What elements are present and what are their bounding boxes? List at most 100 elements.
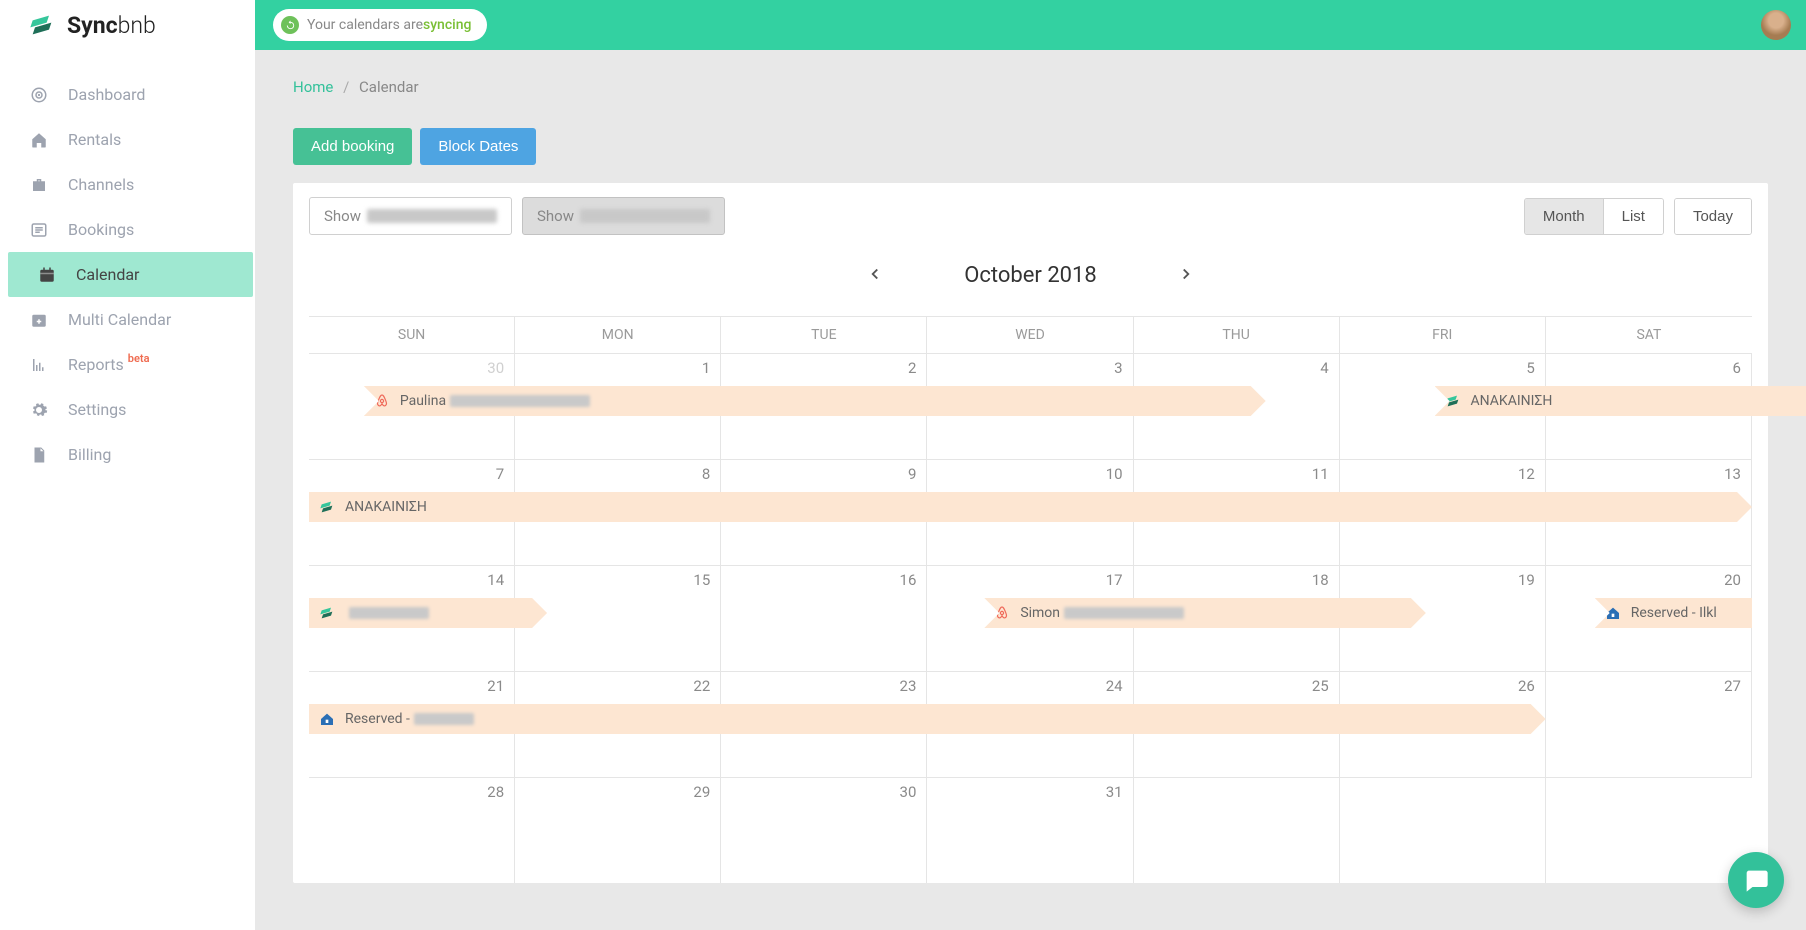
sidebar-item-label: Multi Calendar: [68, 310, 171, 329]
day-number: 28: [309, 778, 514, 806]
event-label: ΑΝΑΚΑΙΝΙΣΗ: [1471, 393, 1553, 409]
day-number: 23: [721, 672, 926, 700]
booking-event[interactable]: Reserved -: [309, 704, 1546, 734]
week-row: 30123456PaulinaΑΝΑΚΑΙΝΙΣΗ: [309, 353, 1752, 459]
day-cell[interactable]: 27: [1546, 672, 1752, 777]
beta-badge: beta: [128, 352, 150, 365]
redacted-text: [450, 395, 590, 407]
booking-event[interactable]: Paulina: [364, 386, 1266, 416]
sidebar-item-label: Reports: [68, 355, 124, 374]
day-number: 30: [721, 778, 926, 806]
day-number: 2: [721, 354, 926, 382]
day-number: 16: [721, 566, 926, 594]
avatar[interactable]: [1761, 10, 1791, 40]
breadcrumb: Home / Calendar: [293, 78, 1768, 96]
day-cell[interactable]: 30: [721, 778, 927, 883]
dow-cell: MON: [515, 317, 721, 353]
view-month-button[interactable]: Month: [1525, 199, 1603, 234]
booking-event[interactable]: ΑΝΑΚΑΙΝΙΣΗ: [1435, 386, 1806, 416]
sidebar-item-calendar[interactable]: Calendar: [8, 252, 253, 297]
logo-icon: [25, 8, 59, 42]
booking-event[interactable]: Simon: [984, 598, 1426, 628]
dow-cell: FRI: [1340, 317, 1546, 353]
dow-cell: THU: [1134, 317, 1340, 353]
sidebar-item-dashboard[interactable]: Dashboard: [0, 72, 255, 117]
sidebar-item-label: Dashboard: [68, 85, 145, 104]
sync-status-pill: Your calendars are syncing: [273, 9, 487, 41]
day-number: 30: [309, 354, 514, 382]
month-title: October 2018: [964, 263, 1097, 288]
redacted-text: [367, 209, 497, 223]
gear-icon: [28, 401, 50, 419]
month-header: October 2018: [309, 263, 1752, 288]
day-cell[interactable]: 15: [515, 566, 721, 671]
day-cell[interactable]: [1340, 778, 1546, 883]
day-number: [1134, 778, 1339, 788]
show-filter-1[interactable]: Show: [309, 197, 512, 235]
chart-icon: [28, 356, 50, 374]
day-number: 9: [721, 460, 926, 488]
sidebar-item-label: Channels: [68, 175, 134, 194]
day-cell[interactable]: 16: [721, 566, 927, 671]
sidebar-item-reports[interactable]: Reports beta: [0, 342, 255, 387]
week-row: 78910111213ΑΝΑΚΑΙΝΙΣΗ: [309, 459, 1752, 565]
day-number: 26: [1340, 672, 1545, 700]
sync-icon: [319, 604, 337, 622]
sidebar-item-rentals[interactable]: Rentals: [0, 117, 255, 162]
day-cell[interactable]: 31: [927, 778, 1133, 883]
calendar-grid: SUNMONTUEWEDTHUFRISAT 30123456PaulinaΑΝΑ…: [309, 316, 1752, 883]
doc-icon: [28, 446, 50, 464]
dow-cell: TUE: [721, 317, 927, 353]
cal-icon: [36, 266, 58, 284]
sidebar-item-channels[interactable]: Channels: [0, 162, 255, 207]
event-label: Paulina: [400, 393, 446, 409]
day-number: 1: [515, 354, 720, 382]
calplus-icon: [28, 311, 50, 329]
sidebar-item-billing[interactable]: Billing: [0, 432, 255, 477]
day-number: 21: [309, 672, 514, 700]
event-label: Reserved -: [345, 711, 410, 727]
view-list-button[interactable]: List: [1603, 199, 1663, 234]
block-dates-button[interactable]: Block Dates: [420, 128, 536, 165]
next-month-button[interactable]: [1177, 265, 1195, 287]
show-filter-2[interactable]: Show: [522, 197, 725, 235]
sidebar-item-label: Settings: [68, 400, 126, 419]
redacted-text: [580, 209, 710, 223]
logo[interactable]: Syncbnb: [0, 0, 255, 50]
brief-icon: [28, 176, 50, 194]
today-button[interactable]: Today: [1675, 199, 1751, 234]
chat-icon: [1742, 866, 1770, 894]
chat-fab[interactable]: [1728, 852, 1784, 908]
day-cell[interactable]: [1546, 778, 1752, 883]
list-icon: [28, 221, 50, 239]
day-number: 8: [515, 460, 720, 488]
booking-event[interactable]: Reserved - Ilkl: [1595, 598, 1752, 628]
sidebar-item-multi-calendar[interactable]: Multi Calendar: [0, 297, 255, 342]
day-number: 13: [1546, 460, 1751, 488]
booking-event[interactable]: [309, 598, 547, 628]
topbar: Syncbnb Your calendars are syncing: [0, 0, 1806, 50]
day-number: 24: [927, 672, 1132, 700]
breadcrumb-home[interactable]: Home: [293, 78, 333, 96]
action-row: Add booking Block Dates: [293, 128, 1768, 165]
sidebar-item-bookings[interactable]: Bookings: [0, 207, 255, 252]
day-cell[interactable]: 29: [515, 778, 721, 883]
sidebar-item-label: Rentals: [68, 130, 121, 149]
day-number: 31: [927, 778, 1132, 806]
day-number: 4: [1134, 354, 1339, 382]
prev-month-button[interactable]: [866, 265, 884, 287]
target-icon: [28, 86, 50, 104]
day-cell[interactable]: [1134, 778, 1340, 883]
booking-event[interactable]: ΑΝΑΚΑΙΝΙΣΗ: [309, 492, 1752, 522]
sidebar-item-label: Bookings: [68, 220, 134, 239]
redacted-text: [1064, 607, 1184, 619]
add-booking-button[interactable]: Add booking: [293, 128, 412, 165]
sync-icon: [281, 16, 299, 34]
day-number: 14: [309, 566, 514, 594]
logo-text: Syncbnb: [67, 12, 156, 39]
redacted-text: [349, 607, 429, 619]
today-segment: Today: [1674, 198, 1752, 235]
sidebar-item-settings[interactable]: Settings: [0, 387, 255, 432]
day-number: 29: [515, 778, 720, 806]
day-cell[interactable]: 28: [309, 778, 515, 883]
